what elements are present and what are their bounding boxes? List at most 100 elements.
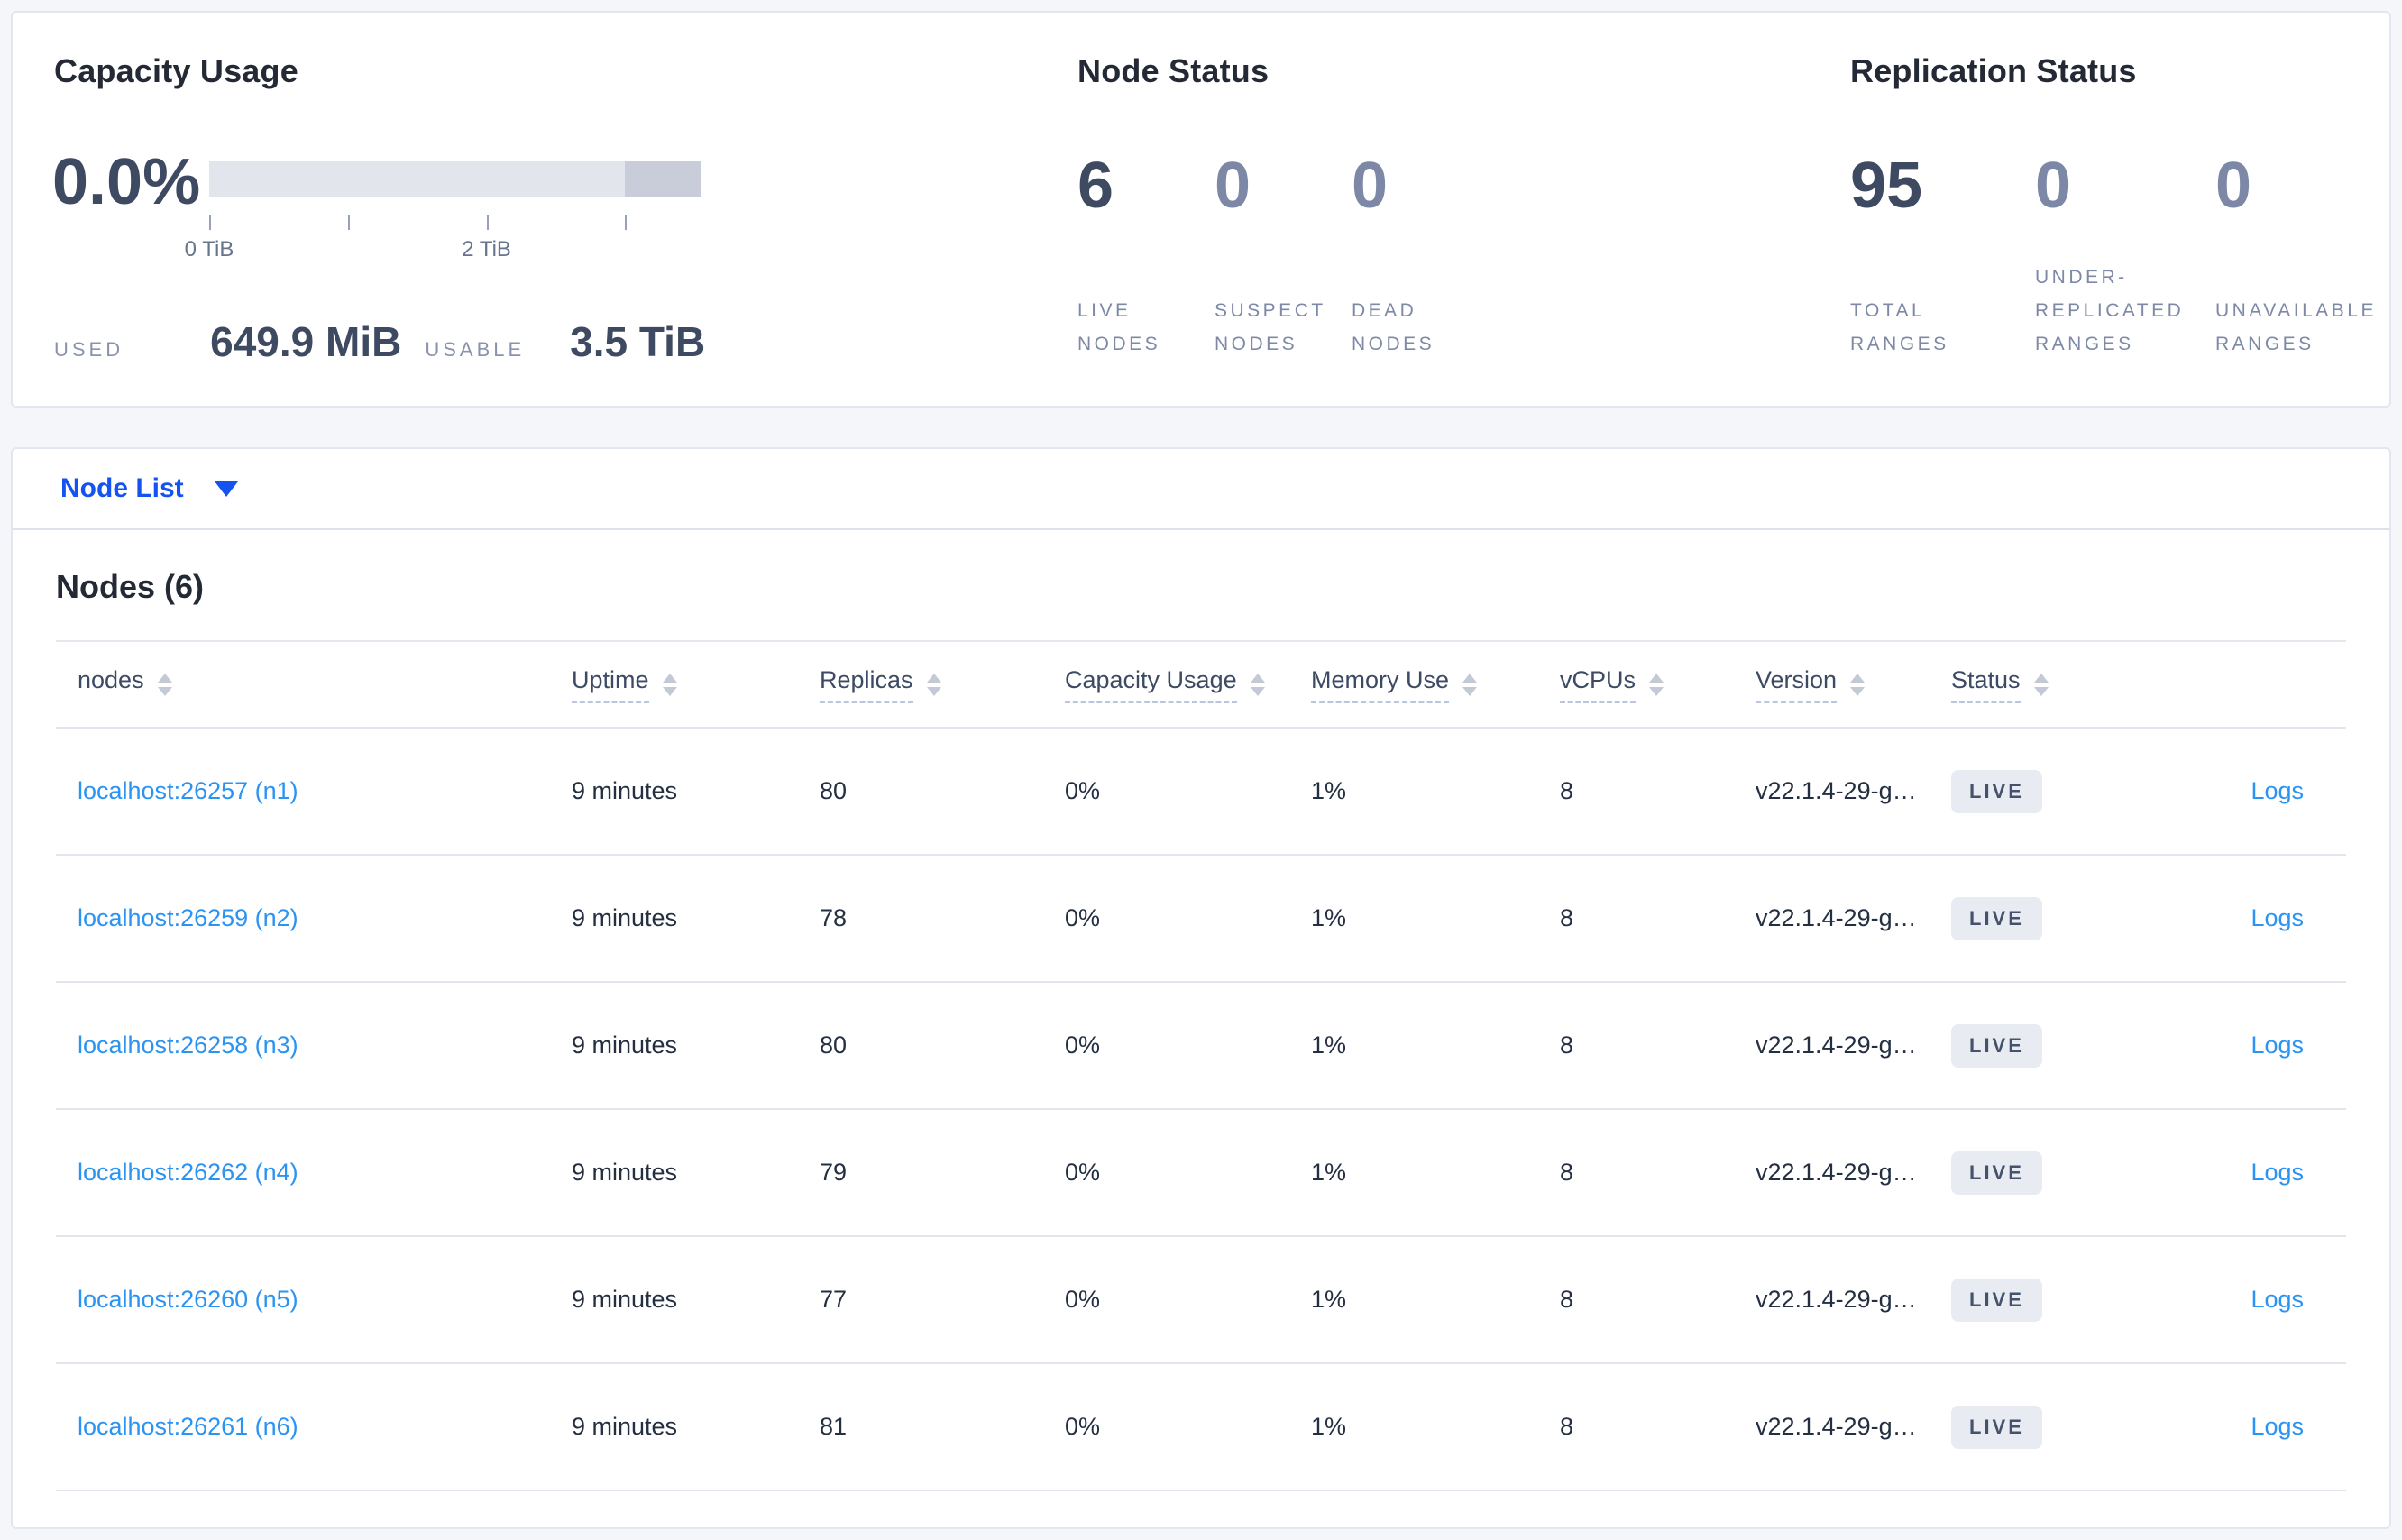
table-row: localhost:26259 (n2) 9 minutes 78 0% 1% …	[56, 856, 2346, 983]
replicas-cell: 80	[820, 1031, 848, 1059]
capacity-usage-cell: 0%	[1065, 1159, 1101, 1186]
live-nodes-label: LIVE NODES	[1077, 300, 1161, 354]
status-badge: LIVE	[1951, 1278, 2042, 1322]
unavailable-ranges-label: UNAVAILABLE RANGES	[2215, 300, 2377, 354]
memory-use-cell: 1%	[1311, 1031, 1347, 1059]
table-body: localhost:26257 (n1) 9 minutes 80 0% 1% …	[56, 729, 2346, 1491]
memory-use-cell: 1%	[1311, 1159, 1347, 1186]
node-host-link[interactable]: localhost:26258 (n3)	[78, 1031, 298, 1059]
capacity-percent: 0.0%	[52, 146, 201, 218]
node-status-title: Node Status	[1077, 52, 1270, 89]
node-host-link[interactable]: localhost:26260 (n5)	[78, 1286, 298, 1313]
logs-link[interactable]: Logs	[2251, 1413, 2304, 1440]
replication-status-title: Replication Status	[1850, 52, 2137, 89]
vcpus-cell: 8	[1560, 1286, 1574, 1313]
axis-tick	[347, 215, 350, 230]
column-header-uptime[interactable]: Uptime	[561, 666, 809, 703]
view-selector-label[interactable]: Node List	[60, 473, 184, 504]
column-header-status[interactable]: Status	[1940, 666, 2127, 703]
capacity-bar-chart: 0 TiB 2 TiB	[185, 161, 701, 270]
total-ranges-label: TOTAL RANGES	[1850, 300, 1949, 354]
capacity-usage-title: Capacity Usage	[54, 52, 298, 89]
vcpus-cell: 8	[1560, 1413, 1574, 1440]
memory-use-cell: 1%	[1311, 904, 1347, 931]
version-cell: v22.1.4-29-g…	[1756, 1159, 1917, 1186]
live-nodes-count: 6	[1077, 150, 1114, 222]
sort-icon	[1462, 673, 1478, 696]
suspect-nodes-label: SUSPECT NODES	[1215, 300, 1326, 354]
replicas-cell: 78	[820, 904, 848, 931]
logs-link[interactable]: Logs	[2251, 904, 2304, 931]
version-cell: v22.1.4-29-g…	[1756, 904, 1917, 931]
status-badge: LIVE	[1951, 1405, 2042, 1449]
uptime-cell: 9 minutes	[572, 1159, 678, 1186]
column-header-memory-use[interactable]: Memory Use	[1300, 666, 1549, 703]
node-host-link[interactable]: localhost:26262 (n4)	[78, 1159, 298, 1186]
axis-tick-label: 2 TiB	[462, 237, 511, 261]
memory-use-cell: 1%	[1311, 1413, 1347, 1440]
logs-link[interactable]: Logs	[2251, 1031, 2304, 1059]
column-header-version[interactable]: Version	[1745, 666, 1940, 703]
dead-nodes-label: DEAD NODES	[1352, 300, 1435, 354]
total-ranges-count: 95	[1850, 150, 1923, 222]
sort-icon	[2033, 673, 2049, 696]
memory-use-cell: 1%	[1311, 777, 1347, 804]
replicas-cell: 77	[820, 1286, 848, 1313]
status-badge: LIVE	[1951, 1150, 2042, 1195]
memory-use-cell: 1%	[1311, 1286, 1347, 1313]
sort-icon	[1250, 673, 1265, 696]
capacity-usage-cell: 0%	[1065, 1031, 1101, 1059]
vcpus-cell: 8	[1560, 1031, 1574, 1059]
node-host-link[interactable]: localhost:26257 (n1)	[78, 777, 298, 804]
capacity-bar-highlight	[625, 161, 701, 197]
nodes-table: Nodes (6) nodes Uptime Replicas Capacity…	[13, 568, 2389, 1491]
status-badge: LIVE	[1951, 769, 2042, 813]
column-header-replicas[interactable]: Replicas	[809, 666, 1054, 703]
uptime-cell: 9 minutes	[572, 1031, 678, 1059]
uptime-cell: 9 minutes	[572, 904, 678, 931]
node-host-link[interactable]: localhost:26261 (n6)	[78, 1413, 298, 1440]
used-label: USED	[54, 338, 124, 361]
capacity-usage-readout: USED 649.9 MiB USABLE 3.5 TiB	[54, 317, 705, 366]
node-host-link[interactable]: localhost:26259 (n2)	[78, 904, 298, 931]
column-header-nodes[interactable]: nodes	[56, 666, 561, 703]
version-cell: v22.1.4-29-g…	[1756, 1031, 1917, 1059]
used-value: 649.9 MiB	[210, 318, 402, 365]
axis-tick-label: 0 TiB	[184, 237, 234, 261]
usable-label: USABLE	[425, 338, 526, 361]
usable-value: 3.5 TiB	[570, 318, 706, 365]
capacity-usage-cell: 0%	[1065, 1413, 1101, 1440]
replicas-cell: 79	[820, 1159, 848, 1186]
capacity-usage-cell: 0%	[1065, 777, 1101, 804]
table-row: localhost:26257 (n1) 9 minutes 80 0% 1% …	[56, 729, 2346, 856]
column-header-vcpus[interactable]: vCPUs	[1549, 666, 1745, 703]
axis-tick	[209, 215, 211, 230]
capacity-usage-cell: 0%	[1065, 904, 1101, 931]
table-title: Nodes (6)	[56, 568, 205, 605]
dead-nodes-count: 0	[1352, 150, 1389, 222]
logs-link[interactable]: Logs	[2251, 1159, 2304, 1186]
uptime-cell: 9 minutes	[572, 1286, 678, 1313]
axis-tick	[486, 215, 489, 230]
under-replicated-ranges-label: UNDER-REPLICATED RANGES	[2035, 267, 2185, 354]
table-row: localhost:26262 (n4) 9 minutes 79 0% 1% …	[56, 1110, 2346, 1237]
logs-link[interactable]: Logs	[2251, 777, 2304, 804]
uptime-cell: 9 minutes	[572, 1413, 678, 1440]
table-row: localhost:26261 (n6) 9 minutes 81 0% 1% …	[56, 1364, 2346, 1491]
version-cell: v22.1.4-29-g…	[1756, 777, 1917, 804]
node-list-panel: Node List Nodes (6) nodes Uptime Replica…	[11, 447, 2391, 1529]
vcpus-cell: 8	[1560, 777, 1574, 804]
replicas-cell: 80	[820, 777, 848, 804]
sort-icon	[1850, 673, 1866, 696]
view-selector[interactable]: Node List	[13, 449, 2389, 530]
unavailable-ranges-count: 0	[2215, 150, 2252, 222]
version-cell: v22.1.4-29-g…	[1756, 1413, 1917, 1440]
cluster-summary-panel: Capacity Usage 0.0% 0 TiB 2 TiB USED 649…	[11, 11, 2391, 408]
column-header-capacity-usage[interactable]: Capacity Usage	[1054, 666, 1300, 703]
replicas-cell: 81	[820, 1413, 848, 1440]
table-row: localhost:26258 (n3) 9 minutes 80 0% 1% …	[56, 983, 2346, 1110]
logs-link[interactable]: Logs	[2251, 1286, 2304, 1313]
suspect-nodes-count: 0	[1215, 150, 1251, 222]
capacity-usage-cell: 0%	[1065, 1286, 1101, 1313]
uptime-cell: 9 minutes	[572, 777, 678, 804]
